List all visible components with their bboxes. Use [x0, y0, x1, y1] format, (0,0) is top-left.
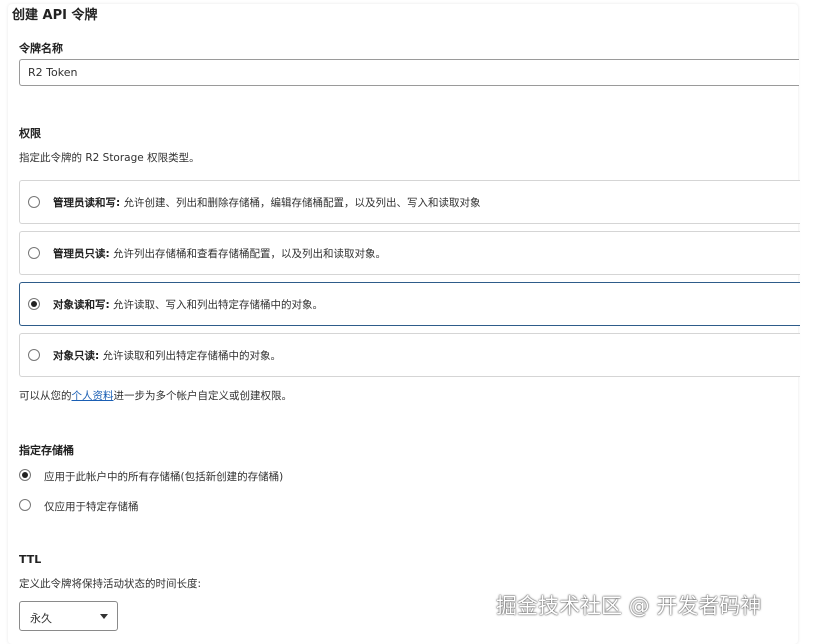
token-name-label: 令牌名称 [19, 42, 63, 55]
radio-checked-icon[interactable] [28, 298, 40, 310]
footer-text-suffix: 进一步为多个帐户自定义或创建权限。 [113, 390, 293, 402]
permissions-description: 指定此令牌的 R2 Storage 权限类型。 [19, 152, 200, 164]
option-description: 允许创建、列出和删除存储桶，编辑存储桶配置，以及列出、写入和读取对象 [123, 197, 481, 209]
permissions-footer: 可以从您的个人资料进一步为多个帐户自定义或创建权限。 [19, 388, 292, 403]
token-name-input[interactable] [19, 59, 799, 86]
option-description: 允许列出存储桶和查看存储桶配置，以及列出和读取对象。 [113, 248, 387, 260]
option-description: 允许读取和列出特定存储桶中的对象。 [102, 350, 282, 362]
caret-down-icon [100, 614, 108, 619]
permissions-heading: 权限 [19, 127, 41, 140]
option-title: 对象读和写: [53, 299, 110, 311]
radio-icon[interactable] [28, 349, 40, 361]
permission-option-object-read-only[interactable]: 对象只读: 允许读取和列出特定存储桶中的对象。 [19, 333, 800, 377]
option-title: 对象只读: [53, 350, 100, 362]
radio-checked-icon[interactable] [19, 469, 31, 481]
ttl-select[interactable]: 永久 [19, 601, 118, 631]
watermark-text: 掘金技术社区 @ 开发者码神 [496, 594, 762, 618]
bucket-option-label: 应用于此帐户中的所有存储桶(包括新创建的存储桶) [44, 471, 284, 483]
radio-icon[interactable] [28, 196, 40, 208]
radio-icon[interactable] [19, 499, 31, 511]
option-description: 允许读取、写入和列出特定存储桶中的对象。 [113, 299, 324, 311]
buckets-heading: 指定存储桶 [19, 444, 74, 457]
profile-link[interactable]: 个人资料 [72, 390, 114, 402]
radio-icon[interactable] [28, 247, 40, 259]
footer-text-prefix: 可以从您的 [19, 390, 72, 402]
ttl-heading: TTL [19, 553, 42, 566]
option-title: 管理员读和写: [53, 197, 121, 209]
permission-option-object-read-write[interactable]: 对象读和写: 允许读取、写入和列出特定存储桶中的对象。 [19, 282, 800, 326]
option-title: 管理员只读: [53, 248, 110, 260]
bucket-option-label: 仅应用于特定存储桶 [44, 501, 139, 513]
permission-option-admin-read-write[interactable]: 管理员读和写: 允许创建、列出和删除存储桶，编辑存储桶配置，以及列出、写入和读取… [19, 180, 800, 224]
permission-option-admin-read-only[interactable]: 管理员只读: 允许列出存储桶和查看存储桶配置，以及列出和读取对象。 [19, 231, 800, 275]
page-title: 创建 API 令牌 [12, 8, 98, 23]
ttl-description: 定义此令牌将保持活动状态的时间长度: [19, 578, 202, 590]
ttl-selected-value: 永久 [30, 612, 52, 625]
